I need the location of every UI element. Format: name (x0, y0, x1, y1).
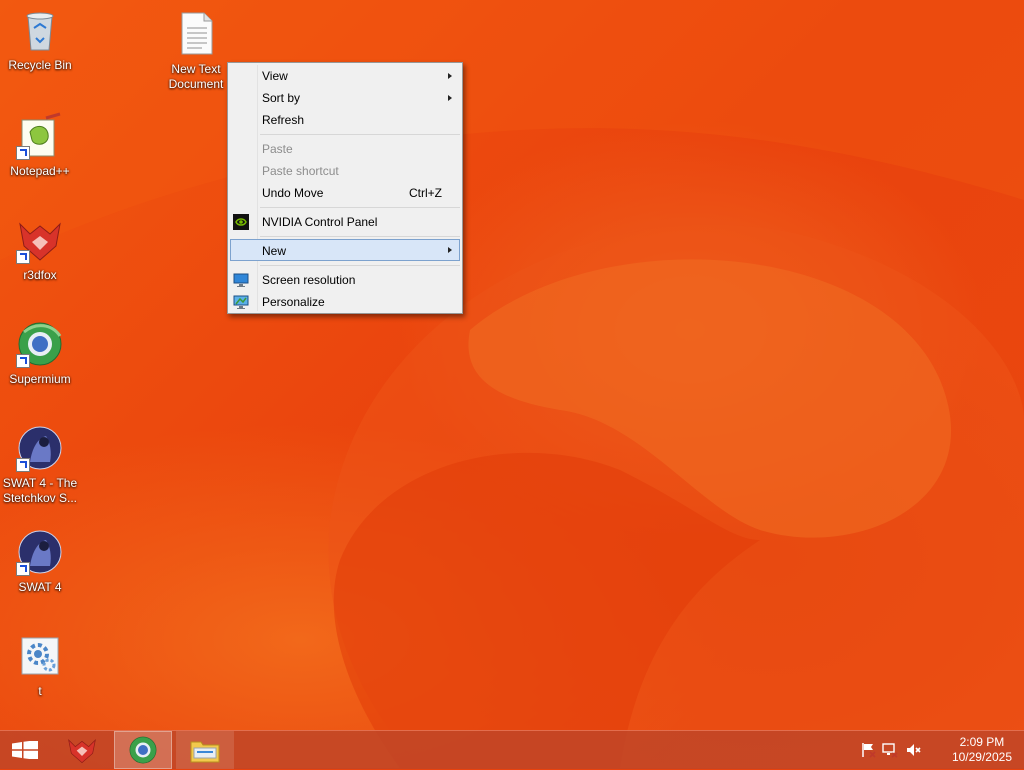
personalize-icon (233, 294, 249, 310)
desktop-icon-new-text-document[interactable]: New Text Document (156, 10, 236, 92)
menu-item-shortcut: Ctrl+Z (409, 186, 442, 200)
desktop-icon-notepad-plus-plus[interactable]: Notepad++ (0, 112, 80, 179)
menu-item-new[interactable]: New (230, 239, 460, 261)
menu-item-paste[interactable]: Paste (230, 138, 460, 160)
menu-item-label: Sort by (262, 91, 301, 105)
desktop-context-menu: View Sort by Refresh Paste Paste shortcu… (227, 62, 463, 314)
menu-item-label: New (262, 244, 287, 258)
supermium-icon (16, 320, 64, 368)
desktop-icon-label: New Text Document (168, 62, 224, 91)
shortcut-arrow-icon (16, 458, 30, 472)
desktop-icon-recycle-bin[interactable]: Recycle Bin (0, 6, 80, 73)
supermium-icon (128, 735, 158, 770)
taskbar-button-file-explorer[interactable] (176, 731, 234, 769)
r3dfox-icon (16, 216, 64, 264)
submenu-arrow-icon (448, 247, 452, 253)
shortcut-arrow-icon (16, 354, 30, 368)
desktop-icon-label: Supermium (9, 372, 71, 386)
shortcut-arrow-icon (16, 146, 30, 160)
clock-time: 2:09 PM (959, 735, 1005, 749)
submenu-arrow-icon (448, 73, 452, 79)
monitor-icon (233, 272, 249, 288)
menu-item-label: Undo Move (262, 186, 324, 200)
system-tray: 2:09 PM 10/29/2025 (854, 731, 1024, 769)
desktop-icon-swat4-stetchkov[interactable]: SWAT 4 - The Stetchkov S... (0, 424, 80, 506)
menu-item-screen-resolution[interactable]: Screen resolution (230, 269, 460, 291)
desktop-icon-label: Notepad++ (10, 164, 70, 178)
menu-item-nvidia-control-panel[interactable]: NVIDIA Control Panel (230, 211, 460, 233)
submenu-arrow-icon (448, 95, 452, 101)
menu-item-label: Personalize (262, 295, 325, 309)
menu-item-label: NVIDIA Control Panel (262, 215, 378, 229)
desktop-icon-label: t (38, 684, 42, 698)
desktop-icon-t[interactable]: t (0, 632, 80, 699)
desktop-icon-label: SWAT 4 - The Stetchkov S... (2, 476, 78, 505)
folder-icon (189, 736, 221, 769)
menu-separator (260, 265, 460, 266)
menu-item-undo-move[interactable]: Undo Move Ctrl+Z (230, 182, 460, 204)
start-button[interactable] (0, 731, 48, 769)
desktop-icon-swat4[interactable]: SWAT 4 (0, 528, 80, 595)
menu-item-label: Screen resolution (262, 273, 356, 287)
menu-separator (260, 207, 460, 208)
taskbar: 2:09 PM 10/29/2025 (0, 730, 1024, 769)
network-icon[interactable] (882, 742, 898, 758)
recycle-bin-icon (16, 6, 64, 54)
menu-item-personalize[interactable]: Personalize (230, 291, 460, 313)
desktop-icon-label: SWAT 4 (18, 580, 62, 594)
taskbar-clock[interactable]: 2:09 PM 10/29/2025 (952, 735, 1012, 765)
desktop-icon-supermium[interactable]: Supermium (0, 320, 80, 387)
desktop-icon-label: Recycle Bin (8, 58, 72, 72)
menu-item-view[interactable]: View (230, 65, 460, 87)
menu-item-refresh[interactable]: Refresh (230, 109, 460, 131)
menu-item-label: View (262, 69, 288, 83)
text-document-icon (172, 10, 220, 58)
settings-file-icon (16, 632, 64, 680)
r3dfox-icon (66, 736, 98, 769)
volume-muted-icon[interactable] (906, 742, 922, 758)
notepad-plus-plus-icon (16, 112, 64, 160)
menu-separator (260, 134, 460, 135)
clock-date: 10/29/2025 (951, 750, 1012, 764)
swat4-icon (16, 528, 64, 576)
desktop-icon-label: r3dfox (23, 268, 57, 282)
menu-separator (260, 236, 460, 237)
desktop-icon-r3dfox[interactable]: r3dfox (0, 216, 80, 283)
menu-item-sort-by[interactable]: Sort by (230, 87, 460, 109)
menu-item-label: Paste (262, 142, 293, 156)
menu-item-label: Refresh (262, 113, 305, 127)
swat4-expansion-icon (16, 424, 64, 472)
nvidia-icon (233, 214, 249, 230)
taskbar-button-r3dfox[interactable] (54, 731, 112, 769)
taskbar-button-supermium[interactable] (114, 731, 172, 769)
action-center-flag-icon[interactable] (860, 742, 876, 758)
desktop-wallpaper[interactable] (0, 0, 1024, 768)
windows-logo-icon (12, 739, 38, 764)
menu-item-label: Paste shortcut (262, 164, 339, 178)
menu-item-paste-shortcut[interactable]: Paste shortcut (230, 160, 460, 182)
shortcut-arrow-icon (16, 562, 30, 576)
shortcut-arrow-icon (16, 250, 30, 264)
